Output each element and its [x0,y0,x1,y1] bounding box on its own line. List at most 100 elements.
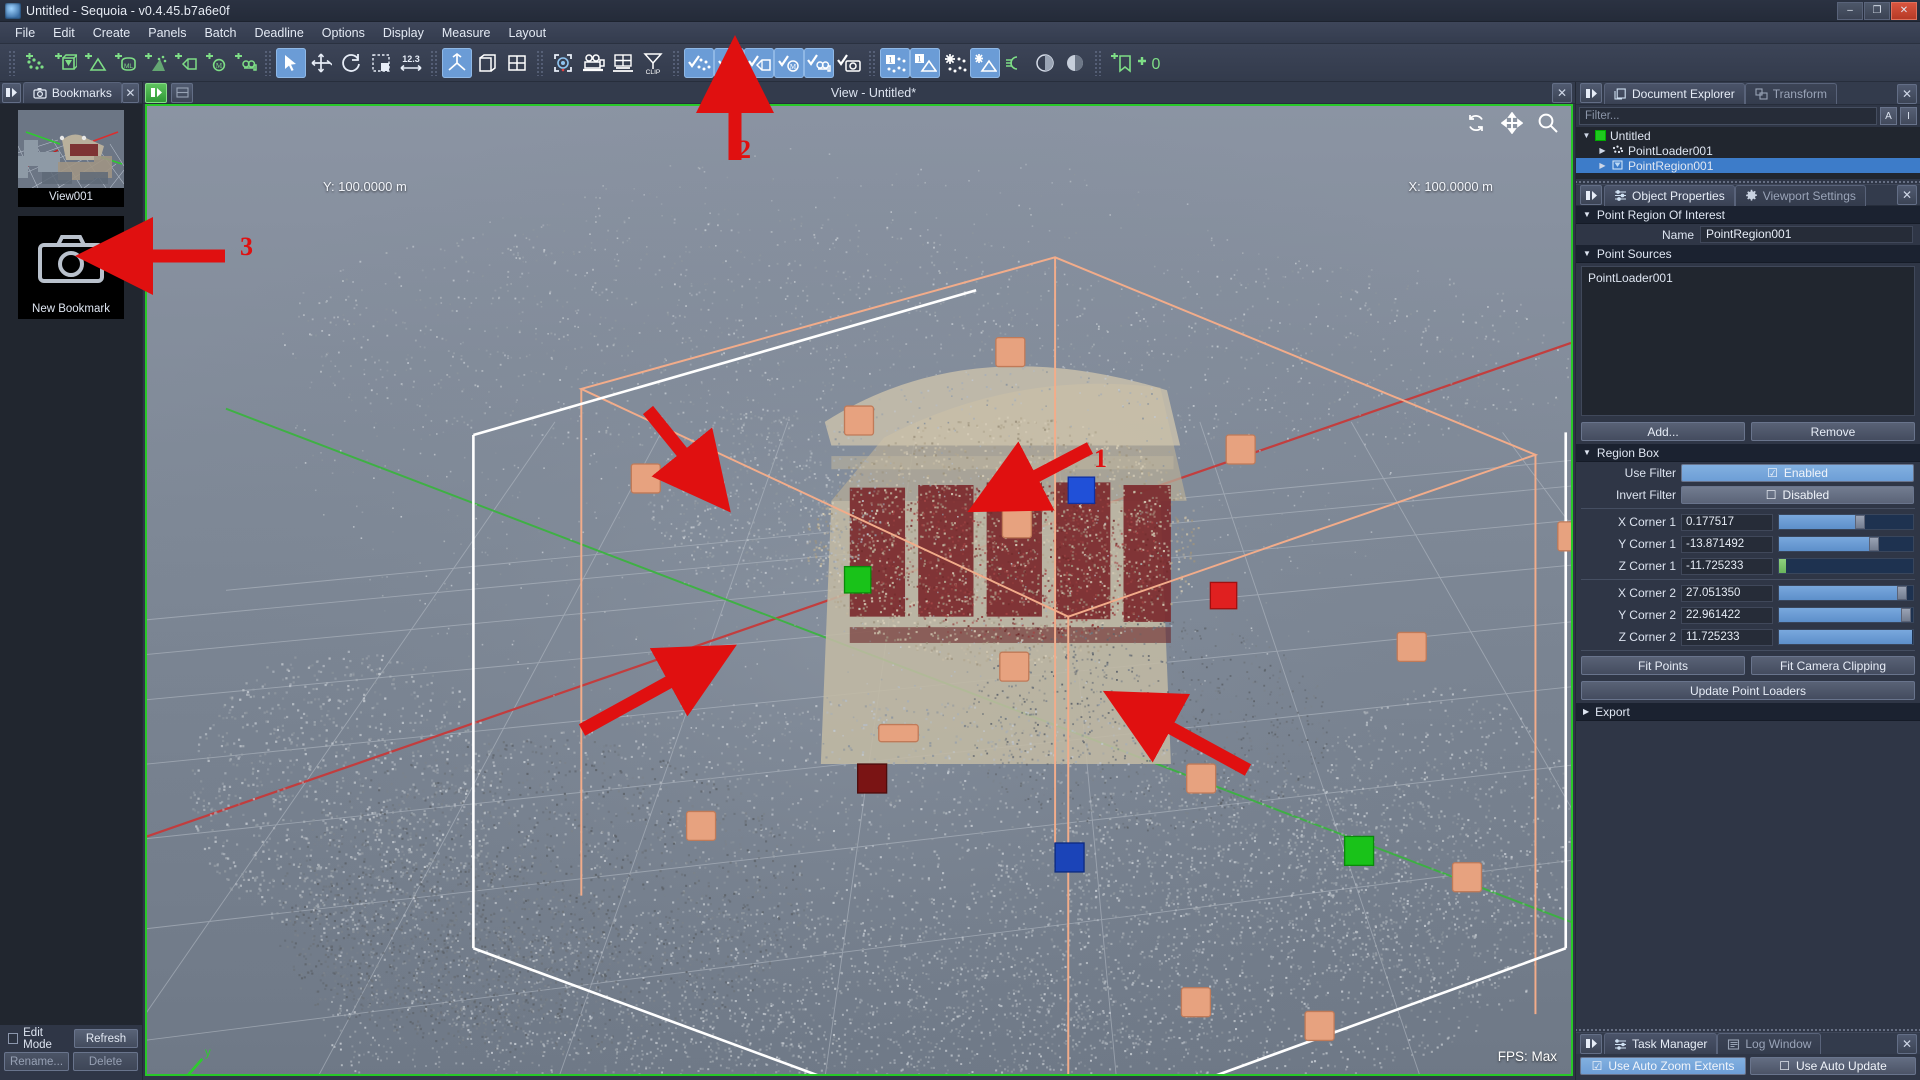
chevron-right-icon[interactable]: ▶ [1598,146,1607,155]
left-dock-expander[interactable] [2,83,21,103]
menu-file[interactable]: File [6,23,44,43]
zero-counter-icon[interactable]: 0 [1136,48,1166,78]
menu-batch[interactable]: Batch [195,23,245,43]
x-corner-2-slider[interactable] [1778,585,1914,601]
chevron-down-icon-3[interactable]: ▼ [1583,210,1591,219]
y-corner-1-slider[interactable] [1778,536,1914,552]
create-plane-icon[interactable] [170,48,200,78]
menu-options[interactable]: Options [313,23,374,43]
camera-view-icon[interactable] [578,48,608,78]
highlight-mesh-icon[interactable] [970,48,1000,78]
chevron-right-icon-2[interactable]: ▶ [1598,161,1607,170]
display-mesh-icon[interactable]: 1 [910,48,940,78]
tab-transform[interactable]: Transform [1745,83,1837,104]
toggle-points-icon[interactable] [684,48,714,78]
clip-icon[interactable]: CLIP [638,48,668,78]
filter-invert-button[interactable]: I [1900,107,1917,125]
auto-zoom-extents-toggle[interactable]: ☑ Use Auto Zoom Extents [1580,1057,1746,1075]
fit-camera-clipping-button[interactable]: Fit Camera Clipping [1751,656,1915,675]
create-ml-icon[interactable]: ML [110,48,140,78]
properties-close-button[interactable]: ✕ [1897,185,1917,205]
toolbar-grip-4[interactable] [536,50,544,76]
create-point-cloud-icon[interactable] [140,48,170,78]
tab-log-window[interactable]: Log Window [1717,1033,1821,1054]
refresh-button[interactable]: Refresh [74,1029,138,1048]
name-field[interactable]: PointRegion001 [1700,226,1913,243]
menu-display[interactable]: Display [374,23,433,43]
x-corner-2-field[interactable]: 27.051350 [1681,585,1773,602]
tab-task-manager[interactable]: Task Manager [1604,1033,1717,1054]
menu-deadline[interactable]: Deadline [245,23,312,43]
create-measure-icon[interactable]: M [200,48,230,78]
task-manager-expander[interactable] [1580,1034,1602,1054]
x-corner-1-slider[interactable] [1778,514,1914,530]
section-point-region[interactable]: ▼ Point Region Of Interest [1576,206,1920,224]
toolbar-grip-3[interactable] [430,50,438,76]
tab-object-properties[interactable]: Object Properties [1604,185,1735,206]
grid-view-icon[interactable] [502,48,532,78]
chevron-right-icon-3[interactable]: ▶ [1583,707,1589,716]
create-point-region-icon[interactable] [50,48,80,78]
rotate-tool-icon[interactable] [336,48,366,78]
tree-node-pointloader[interactable]: ▶ PointLoader001 [1576,143,1920,158]
viewport-close-button[interactable]: ✕ [1552,83,1572,103]
menu-edit[interactable]: Edit [44,23,84,43]
add-source-button[interactable]: Add... [1581,422,1745,441]
toolbar-grip-2[interactable] [264,50,272,76]
axis-tripod-icon[interactable] [442,48,472,78]
chevron-down-icon[interactable]: ▼ [1582,131,1591,140]
delete-button[interactable]: Delete [73,1052,138,1071]
display-points-icon[interactable]: 1 [880,48,910,78]
box-view-icon[interactable] [472,48,502,78]
toggle-camera-icon[interactable] [804,48,834,78]
create-point-mesher-icon[interactable] [80,48,110,78]
z-corner-1-field[interactable]: -11.725233 [1681,558,1773,575]
right-dock-close-button[interactable]: ✕ [1897,84,1917,104]
create-camera-icon[interactable] [230,48,260,78]
section-point-sources[interactable]: ▼ Point Sources [1576,245,1920,263]
filter-all-button[interactable]: A [1880,107,1897,125]
chevron-down-icon-5[interactable]: ▼ [1583,448,1591,457]
select-tool-icon[interactable] [276,48,306,78]
scale-tool-icon[interactable] [366,48,396,78]
scene-tree[interactable]: ▼ Untitled ▶ PointLoader001 ▶ PointRegio… [1576,127,1920,179]
menu-panels[interactable]: Panels [139,23,195,43]
pan-icon[interactable] [1501,112,1523,139]
rename-button[interactable]: Rename... [4,1052,69,1071]
menu-layout[interactable]: Layout [500,23,556,43]
new-bookmark-item[interactable]: New Bookmark [18,216,124,319]
refresh-icon[interactable] [1465,112,1487,139]
tree-node-untitled[interactable]: ▼ Untitled [1576,128,1920,143]
toolbar-grip-7[interactable] [1094,50,1102,76]
point-source-item[interactable]: PointLoader001 [1588,271,1908,285]
focus-target-icon[interactable] [548,48,578,78]
tree-node-pointregion[interactable]: ▶ PointRegion001 [1576,158,1920,173]
minimize-button[interactable]: – [1837,2,1863,20]
filter-input[interactable]: Filter... [1579,107,1877,125]
auto-update-toggle[interactable]: ☐ Use Auto Update [1750,1057,1916,1075]
bookmarks-list[interactable]: View001 New Bookmark [0,104,142,1025]
y-corner-1-field[interactable]: -13.871492 [1681,536,1773,553]
toolbar-grip[interactable] [8,50,16,76]
viewport-3d[interactable]: x y Y: 100.0000 m X: 100.0000 m [145,104,1573,1076]
toolbar-grip-5[interactable] [672,50,680,76]
toggle-region-icon[interactable] [744,48,774,78]
toggle-mesh-icon[interactable] [714,48,744,78]
tab-bookmarks[interactable]: Bookmarks [23,82,122,103]
perspective-icon[interactable] [608,48,638,78]
y-corner-2-slider[interactable] [1778,607,1914,623]
highlight-points-icon[interactable] [940,48,970,78]
create-point-loader-icon[interactable] [20,48,50,78]
update-point-loaders-button[interactable]: Update Point Loaders [1581,681,1915,700]
section-export[interactable]: ▶ Export [1576,703,1920,721]
invert-filter-toggle[interactable]: ☐ Disabled [1681,486,1914,504]
shading-half-icon[interactable] [1030,48,1060,78]
use-filter-toggle[interactable]: ☑ Enabled [1681,464,1914,482]
right-dock-expander[interactable] [1580,83,1602,103]
z-corner-2-field[interactable]: 11.725233 [1681,629,1773,646]
toggle-ml-icon[interactable]: M [774,48,804,78]
edit-mode-checkbox[interactable]: Edit Mode [4,1029,70,1048]
viewport-layout-icon[interactable] [171,83,193,103]
menu-create[interactable]: Create [84,23,140,43]
add-bookmark-icon[interactable] [1106,48,1136,78]
